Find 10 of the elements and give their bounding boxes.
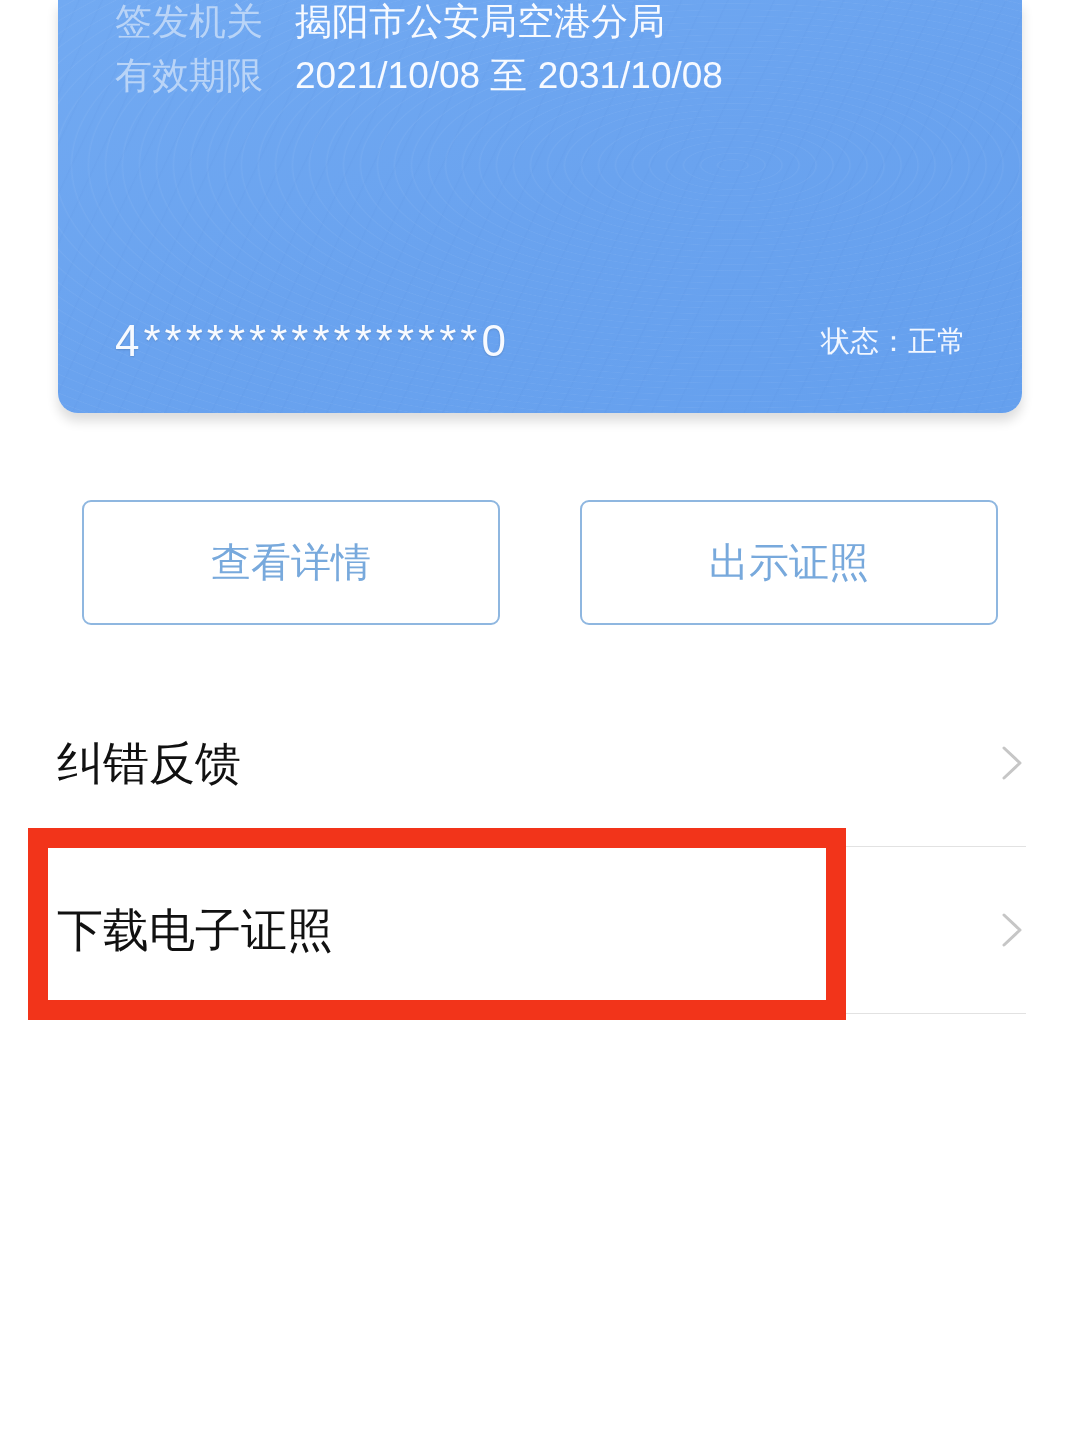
status-text: 状态：正常 [821,324,966,358]
menu-item[interactable]: 纠错反馈 [57,680,1026,847]
field-value: 2021/10/08 至 2031/10/08 [295,56,723,96]
chevron-right-icon [1002,913,1022,947]
menu-item[interactable]: 下载电子证照 [57,847,1026,1014]
field-label: 签发机关 [115,2,264,42]
field-label: 有效期限 [115,56,264,96]
id-number: 4****************0 [115,317,510,365]
field-value: 揭阳市公安局空港分局 [295,2,665,42]
chevron-right-icon [1002,746,1022,780]
